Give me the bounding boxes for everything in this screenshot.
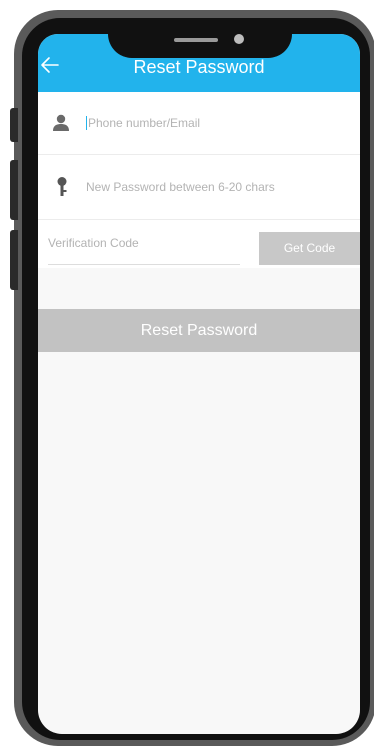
text-cursor (86, 116, 87, 130)
front-camera (234, 34, 244, 44)
app-screen: Reset Password Get Code Reset Password (38, 34, 360, 734)
verification-code-input[interactable] (48, 234, 238, 252)
speaker-grille (174, 38, 218, 42)
side-button-volume-down (10, 230, 18, 290)
reset-password-button[interactable]: Reset Password (38, 309, 360, 352)
password-field-row (38, 155, 360, 220)
page-title: Reset Password (133, 57, 265, 77)
code-field-underline (48, 264, 240, 265)
phone-notch (108, 18, 292, 58)
side-button-mute (10, 108, 18, 142)
new-password-input[interactable] (86, 178, 348, 196)
user-icon (52, 113, 70, 133)
side-button-volume-up (10, 160, 18, 220)
account-input[interactable] (88, 114, 338, 132)
key-icon (54, 176, 72, 196)
get-code-button[interactable]: Get Code (259, 232, 360, 265)
account-field-row (38, 92, 360, 155)
